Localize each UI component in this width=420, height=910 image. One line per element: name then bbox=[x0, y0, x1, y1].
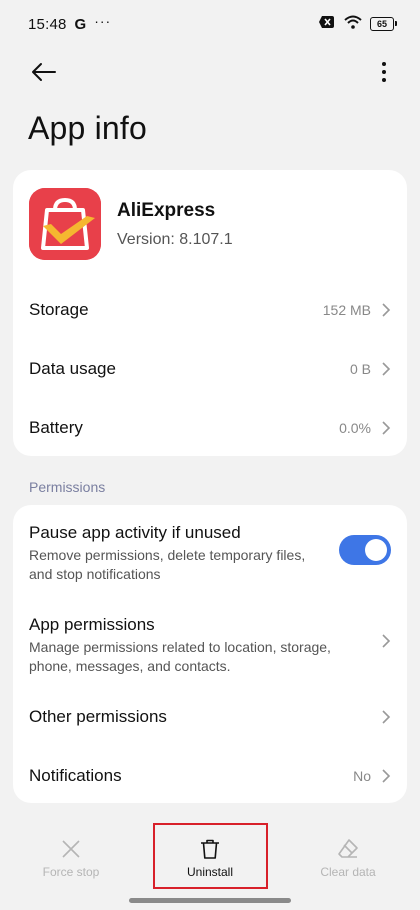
chevron-right-icon bbox=[382, 634, 391, 648]
app-header: AliExpress Version: 8.107.1 bbox=[29, 188, 233, 260]
battery-row[interactable]: Battery 0.0% bbox=[13, 408, 407, 448]
storage-value: 152 MB bbox=[322, 302, 371, 318]
aliexpress-app-icon bbox=[29, 188, 101, 260]
chevron-right-icon bbox=[382, 421, 391, 435]
permissions-section-label: Permissions bbox=[29, 479, 106, 495]
chevron-right-icon bbox=[382, 303, 391, 317]
back-arrow-icon[interactable] bbox=[26, 54, 62, 90]
app-text: AliExpress Version: 8.107.1 bbox=[117, 200, 233, 249]
storage-row[interactable]: Storage 152 MB bbox=[13, 290, 407, 330]
no-sim-icon bbox=[318, 15, 336, 33]
battery-right: 0.0% bbox=[339, 420, 391, 436]
clear-data-button[interactable]: Clear data bbox=[293, 820, 403, 890]
wifi-icon bbox=[344, 15, 362, 33]
close-icon bbox=[62, 840, 80, 858]
app-version: Version: 8.107.1 bbox=[117, 230, 233, 248]
data-usage-right: 0 B bbox=[350, 361, 391, 377]
chevron-right-icon bbox=[382, 362, 391, 376]
data-usage-value: 0 B bbox=[349, 361, 371, 377]
more-vertical-icon[interactable] bbox=[366, 54, 402, 90]
battery-icon: 65 bbox=[370, 17, 397, 31]
notifications-value: No bbox=[353, 768, 371, 784]
battery-value: 0.0% bbox=[339, 420, 371, 436]
storage-label: Storage bbox=[29, 300, 89, 319]
notifications-label: Notifications bbox=[29, 766, 122, 785]
more-notifications-icon: ··· bbox=[94, 13, 112, 29]
status-bar: 15:48 G ··· 65 bbox=[0, 0, 420, 48]
chevron-right-icon bbox=[382, 710, 391, 724]
other-permissions-label: Other permissions bbox=[29, 707, 167, 726]
pause-activity-title: Pause app activity if unused bbox=[29, 523, 241, 542]
app-permissions-row[interactable]: App permissions Manage permissions relat… bbox=[29, 615, 359, 676]
force-stop-label: Force stop bbox=[42, 865, 100, 879]
status-time: 15:48 bbox=[28, 15, 67, 33]
other-permissions-right bbox=[381, 709, 391, 725]
permissions-card: Pause app activity if unused Remove perm… bbox=[13, 505, 407, 803]
data-usage-label: Data usage bbox=[29, 359, 116, 378]
app-permissions-title: App permissions bbox=[29, 615, 155, 634]
toggle-knob bbox=[365, 539, 387, 561]
pause-activity-description: Remove permissions, delete temporary fil… bbox=[29, 547, 306, 582]
pause-activity-toggle[interactable] bbox=[339, 535, 391, 565]
home-indicator[interactable] bbox=[129, 898, 291, 903]
battery-label: Battery bbox=[29, 418, 83, 437]
chevron-right-icon bbox=[382, 769, 391, 783]
status-right: 65 bbox=[318, 15, 397, 33]
eraser-icon bbox=[338, 839, 358, 858]
notifications-right: No bbox=[353, 768, 391, 784]
app-name: AliExpress bbox=[117, 199, 216, 221]
uninstall-highlight-box bbox=[153, 823, 268, 889]
storage-right: 152 MB bbox=[323, 302, 391, 318]
status-left: 15:48 G ··· bbox=[28, 13, 112, 33]
top-nav bbox=[0, 52, 420, 92]
google-icon: G bbox=[74, 15, 87, 33]
notifications-row[interactable]: Notifications No bbox=[13, 756, 407, 796]
force-stop-button[interactable]: Force stop bbox=[16, 820, 126, 890]
clear-data-label: Clear data bbox=[320, 865, 376, 879]
pause-activity-row[interactable]: Pause app activity if unused Remove perm… bbox=[29, 523, 329, 584]
app-info-card: AliExpress Version: 8.107.1 Storage 152 … bbox=[13, 170, 407, 456]
app-permissions-description: Manage permissions related to location, … bbox=[29, 639, 331, 674]
page-title: App info bbox=[28, 110, 148, 146]
other-permissions-row[interactable]: Other permissions bbox=[13, 697, 407, 737]
data-usage-row[interactable]: Data usage 0 B bbox=[13, 349, 407, 389]
